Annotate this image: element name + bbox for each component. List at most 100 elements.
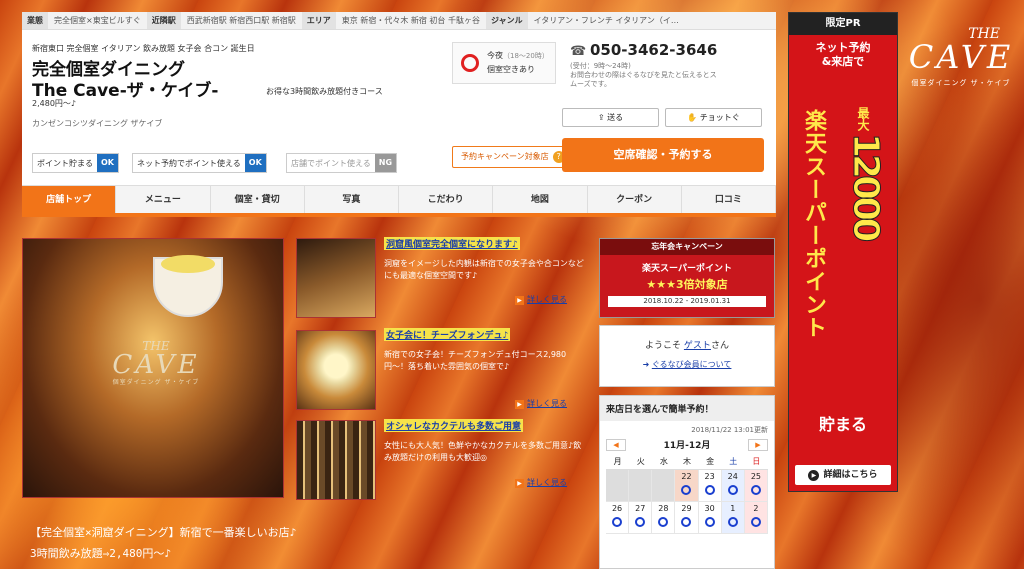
check-label: チョットぐ xyxy=(699,113,740,122)
available-circle-icon xyxy=(750,485,761,495)
available-circle-icon xyxy=(704,517,715,527)
info-value-station[interactable]: 西武新宿駅 新宿西口駅 新宿駅 xyxy=(181,15,302,26)
member-info: ➜ ぐるなび会員について xyxy=(600,359,774,370)
feature-photo-2[interactable] xyxy=(296,330,376,410)
available-circle-icon xyxy=(461,54,479,72)
tab-features[interactable]: こだわり xyxy=(399,185,494,213)
feature-more-link-1[interactable]: 詳しく見る xyxy=(515,294,567,305)
available-circle-icon xyxy=(635,517,646,527)
send-button[interactable]: ⇪ 送る xyxy=(562,108,659,127)
hero-logo: THE CAVE 個室ダイニング ザ・ケイブ xyxy=(81,339,231,401)
feature-more-link-2[interactable]: 詳しく見る xyxy=(515,398,567,409)
tab-map[interactable]: 地図 xyxy=(493,185,588,213)
year-end-campaign-banner[interactable]: 忘年会キャンペーン 楽天スーパーポイント ★★★3倍対象店 2018.10.22… xyxy=(599,238,775,318)
available-circle-icon xyxy=(612,517,623,527)
ad-header: 限定PR xyxy=(789,13,897,35)
available-circle-icon xyxy=(727,485,738,495)
available-circle-icon xyxy=(704,485,715,495)
info-bar: 業態 完全個室×東宝ビルすぐ 近隣駅 西武新宿駅 新宿西口駅 新宿駅 エリア 東… xyxy=(22,12,776,30)
weekday-sun: 日 xyxy=(744,454,768,470)
tab-private-room[interactable]: 個室・貸切 xyxy=(210,185,305,213)
shop-subtitle: お得な3時間飲み放題付きコース xyxy=(266,87,383,96)
feature-photo-1[interactable] xyxy=(296,238,376,318)
info-value-genre[interactable]: イタリアン・フレンチ イタリアン（イ… xyxy=(528,15,685,26)
ad-detail-button[interactable]: 詳細はこちら xyxy=(795,465,891,485)
welcome-greeting: ようこそ ゲストさん xyxy=(600,338,774,351)
tab-photos[interactable]: 写真 xyxy=(304,185,399,213)
tab-menu[interactable]: メニュー xyxy=(116,185,211,213)
guest-link[interactable]: ゲスト xyxy=(684,341,711,351)
welcome-box: ようこそ ゲストさん ➜ ぐるなび会員について xyxy=(599,325,775,387)
weekday-sat: 土 xyxy=(721,454,745,470)
welcome-prefix: ようこそ xyxy=(645,341,684,351)
feature-body-3: 女性にも大人気！色鮮やかなカクテルを多数ご用意♪飲み放題だけの利用も大歓迎◎ xyxy=(384,441,582,462)
calendar-day[interactable]: 26 xyxy=(606,502,630,534)
side-logo-kana: 個室ダイニング ザ・ケイブ xyxy=(911,79,1011,87)
tonight-hours: （18〜20時） xyxy=(503,52,549,60)
year-end-header: 忘年会キャンペーン xyxy=(600,239,774,255)
feature-title-3[interactable]: オシャレなカクテルも多数ご用意 xyxy=(384,419,524,432)
member-link[interactable]: ぐるなび会員について xyxy=(652,360,732,369)
shop-header: 新宿東口 完全個室 イタリアン 飲み放題 女子会 合コン 誕生日 完全個室ダイニ… xyxy=(22,30,776,185)
hero-logo-kana: 個室ダイニング ザ・ケイブ xyxy=(112,379,200,386)
catch-copy: 【完全個室×洞窟ダイニング】新宿で一番楽しいお店♪ xyxy=(30,526,297,539)
point-net-use-badge: ネット予約でポイント使える OK xyxy=(132,153,267,173)
calendar-month: 11月-12月 xyxy=(663,441,711,451)
calendar-day[interactable]: 22 xyxy=(675,470,699,502)
tab-reviews[interactable]: 口コミ xyxy=(681,185,776,213)
calendar-day[interactable]: 27 xyxy=(629,502,653,534)
ad-vertical-text: 楽天スーパーポイント xyxy=(801,109,826,339)
tab-top[interactable]: 店舗トップ xyxy=(22,185,117,213)
ad-max-label: 最大 xyxy=(856,107,870,131)
calendar-day xyxy=(606,470,630,502)
available-circle-icon xyxy=(681,517,692,527)
tonight-label: 今夜（18〜20時） xyxy=(487,51,549,60)
calendar-day[interactable]: 23 xyxy=(698,470,722,502)
ad-save-label: 貯まる xyxy=(818,415,867,434)
phone-number[interactable]: 050-3462-3646 xyxy=(590,41,717,59)
calendar-day[interactable]: 29 xyxy=(675,502,699,534)
feature-photo-3[interactable] xyxy=(296,420,376,500)
point-earn-status: OK xyxy=(97,154,118,172)
calendar-nav: ◀ 11月-12月 ▶ xyxy=(600,435,774,454)
hero-photo[interactable]: THE CAVE 個室ダイニング ザ・ケイブ xyxy=(22,238,284,498)
side-logo: THE CAVE 個室ダイニング ザ・ケイブ xyxy=(902,26,1020,88)
info-value-genre-type: 完全個室×東宝ビルすぐ xyxy=(54,16,141,25)
feature-title-2[interactable]: 女子会に！チーズフォンデュ♪ xyxy=(384,328,511,341)
available-circle-icon xyxy=(750,517,761,527)
available-circle-icon xyxy=(681,485,692,495)
weekday-tue: 火 xyxy=(629,454,653,470)
calendar-day[interactable]: 25 xyxy=(744,470,768,502)
tab-coupon[interactable]: クーポン xyxy=(587,185,682,213)
calendar-day[interactable]: 28 xyxy=(652,502,676,534)
feature-title-1[interactable]: 洞窟風個室完全個室になります♪ xyxy=(384,237,520,250)
calendar-day[interactable]: 30 xyxy=(698,502,722,534)
rakuten-ad-banner[interactable]: 限定PR ネット予約 &来店で 楽天スーパーポイント 最大 12000 貯まる … xyxy=(788,12,898,492)
calendar-day[interactable]: 1 xyxy=(721,502,745,534)
upload-icon: ⇪ xyxy=(597,113,608,122)
check-button[interactable]: ✋ チョットぐ xyxy=(665,108,762,127)
hand-icon: ✋ xyxy=(687,113,700,122)
prev-month-button[interactable]: ◀ xyxy=(606,438,626,451)
feature-more-link-3[interactable]: 詳しく見る xyxy=(515,477,567,488)
next-month-button[interactable]: ▶ xyxy=(747,438,768,451)
ad-points-number: 12000 xyxy=(845,132,887,239)
phone-icon: ☎ xyxy=(570,44,587,59)
calendar-day[interactable]: 2 xyxy=(744,502,768,534)
calendar-header: 来店日を選んで簡単予約！ xyxy=(600,396,774,421)
calendar-day[interactable]: 24 xyxy=(721,470,745,502)
ad-line1: ネット予約 &来店で xyxy=(815,41,871,68)
cheese-image xyxy=(161,255,215,273)
reserve-button[interactable]: 空席確認・予約する xyxy=(562,138,764,172)
weekday-wed: 水 xyxy=(652,454,676,470)
info-key-area: エリア xyxy=(301,12,336,29)
year-end-line1: 楽天スーパーポイント xyxy=(642,264,732,274)
reservation-calendar: 来店日を選んで簡単予約！ 2018/11/22 13:01更新 ◀ 11月-12… xyxy=(599,395,775,569)
shop-tags: 新宿東口 完全個室 イタリアン 飲み放題 女子会 合コン 誕生日 xyxy=(32,44,255,53)
send-label: 送る xyxy=(607,113,624,122)
info-value-area[interactable]: 東京 新宿・代々木 新宿 初台 千駄ヶ谷 xyxy=(336,15,486,26)
point-earn-label: ポイント貯まる xyxy=(37,158,93,168)
welcome-suffix: さん xyxy=(710,341,729,351)
tonight-availability[interactable]: 今夜（18〜20時） 個室空きあり xyxy=(452,42,556,84)
point-earn-badge: ポイント貯まる OK xyxy=(32,153,119,173)
